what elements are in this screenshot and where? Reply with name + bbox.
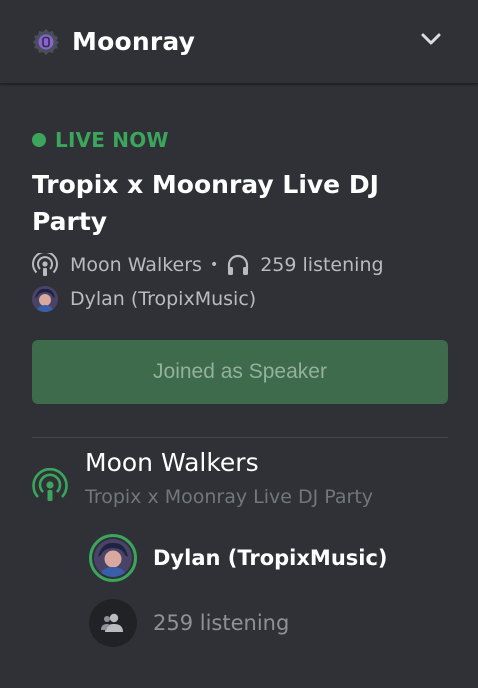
stage-channel-icon	[32, 253, 60, 277]
host-avatar	[32, 286, 58, 312]
speaker-item[interactable]: Dylan (TropixMusic)	[89, 534, 388, 582]
event-host[interactable]: Dylan (TropixMusic)	[32, 286, 448, 312]
section-divider	[32, 437, 448, 438]
event-title: Tropix x Moonray Live DJ Party	[32, 170, 379, 236]
live-event-card: LIVE NOW Tropix x Moonray Live DJ Party …	[0, 128, 478, 438]
joined-as-speaker-button[interactable]: Joined as Speaker	[32, 340, 448, 404]
host-name: Dylan (TropixMusic)	[70, 288, 257, 310]
speaker-name: Dylan (TropixMusic)	[153, 546, 388, 570]
speaker-avatar	[89, 534, 137, 582]
chevron-down-icon[interactable]	[418, 26, 444, 52]
server-name: Moonray	[72, 27, 196, 56]
stage-topic: Tropix x Moonray Live DJ Party	[85, 486, 374, 508]
stage-channel-name: Moon Walkers	[85, 448, 259, 477]
server-header[interactable]: Moonray	[0, 0, 478, 84]
headphones-icon	[226, 253, 252, 277]
people-icon	[89, 599, 137, 647]
meta-separator: •	[209, 257, 219, 273]
stage-channel-icon	[32, 467, 68, 504]
event-stage-name: Moon Walkers	[70, 254, 202, 276]
audience-count: 259 listening	[153, 611, 290, 635]
server-badge-icon	[32, 28, 60, 56]
live-indicator-dot	[32, 133, 46, 147]
live-label: LIVE NOW	[55, 128, 169, 152]
event-meta: Moon Walkers • 259 listening	[32, 253, 448, 277]
speaker-avatar-image	[94, 539, 132, 577]
stage-channel[interactable]: Moon Walkers Tropix x Moonray Live DJ Pa…	[0, 448, 478, 688]
audience-item[interactable]: 259 listening	[89, 599, 289, 647]
live-status: LIVE NOW	[32, 128, 448, 152]
event-listener-count: 259 listening	[260, 254, 384, 276]
